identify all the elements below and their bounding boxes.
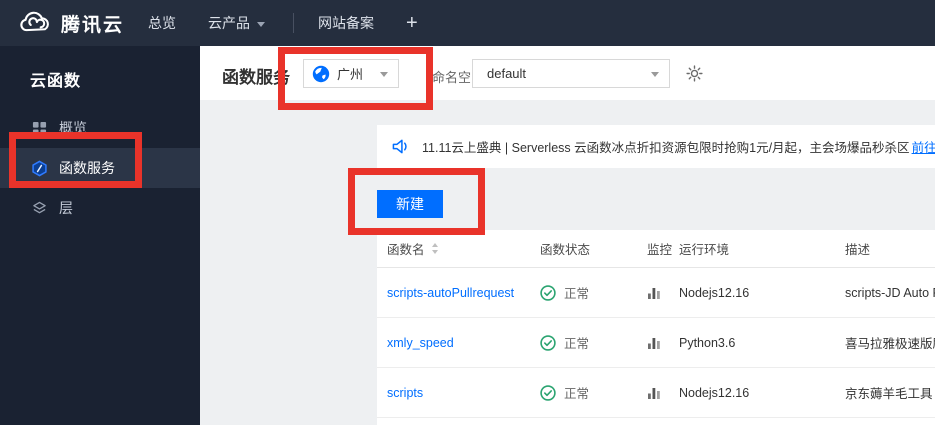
description-cell: 喜马拉雅极速版刷	[845, 337, 935, 351]
nav-cloud-products[interactable]: 云产品	[208, 13, 266, 33]
top-navbar: 腾讯云 总览 云产品 网站备案 +	[0, 0, 935, 46]
table-row: scripts-autoPullrequest 正常 Nodejs12.16 s…	[377, 268, 935, 318]
description-cell: 京东薅羊毛工具	[845, 387, 933, 401]
sidebar-item-layers[interactable]: 层	[0, 188, 200, 228]
function-name-link[interactable]: scripts-autoPullrequest	[387, 286, 514, 300]
table-row: xmly_speed 正常 Python3.6 喜马拉雅极速版	[377, 318, 935, 368]
column-header-function-name[interactable]: 函数名	[377, 239, 530, 258]
page-title: 函数服务	[222, 68, 290, 87]
page-header: 函数服务 广州 命名空间: default	[200, 46, 935, 100]
nav-divider	[293, 13, 295, 33]
sort-icon[interactable]	[431, 242, 439, 255]
status-ok-icon	[540, 284, 556, 301]
speaker-icon	[391, 138, 410, 155]
top-nav: 总览 云产品 网站备案 +	[148, 12, 418, 35]
region-selector[interactable]: 广州	[303, 59, 399, 88]
monitor-chart-icon[interactable]	[647, 286, 661, 300]
gear-icon[interactable]	[686, 65, 703, 82]
sidebar-title: 云函数	[30, 73, 82, 90]
sidebar: 云函数 概览 函数服务 层	[0, 46, 200, 425]
status-text: 正常	[564, 387, 590, 401]
monitor-chart-icon[interactable]	[647, 386, 661, 400]
nav-overview[interactable]: 总览	[148, 13, 176, 33]
monitor-chart-icon[interactable]	[647, 336, 661, 350]
tencent-cloud-logo[interactable]: 腾讯云	[0, 10, 124, 37]
sidebar-menu: 概览 函数服务 层	[0, 108, 200, 228]
sidebar-item-label: 层	[59, 200, 73, 216]
sidebar-item-function-service[interactable]: 函数服务	[0, 148, 200, 188]
add-tab-button[interactable]: +	[406, 12, 418, 35]
grid-icon	[30, 119, 48, 137]
sidebar-item-label: 概览	[59, 120, 87, 136]
runtime-cell: Nodejs12.16	[679, 285, 750, 300]
chevron-down-icon	[380, 72, 388, 77]
logo-text: 腾讯云	[61, 14, 125, 36]
region-label: 广州	[337, 67, 364, 82]
column-header-monitor: 监控	[647, 243, 673, 257]
tencent-cloud-scf-console: 腾讯云 总览 云产品 网站备案 + 云函数 概览 函数服务 层 函数服务 广州 …	[0, 0, 935, 425]
description-cell: scripts-JD Auto P	[845, 285, 935, 300]
globe-icon	[312, 65, 330, 83]
table-row: scripts 正常 Nodejs12.16 京东薅羊毛工具	[377, 368, 935, 418]
table-header-row: 函数名 函数状态 监控 运行环境 描述	[377, 230, 935, 268]
functions-table: 函数名 函数状态 监控 运行环境 描述 scripts-autoPullrequ…	[377, 230, 935, 425]
status-text: 正常	[564, 287, 590, 301]
chevron-down-icon	[257, 21, 266, 27]
column-header-description: 描述	[845, 243, 871, 257]
promo-notice-bar: 11.11云上盛典 | Serverless 云函数冰点折扣资源包限时抢购1元/…	[377, 125, 935, 168]
function-name-link[interactable]: xmly_speed	[387, 336, 454, 350]
nav-website-filing[interactable]: 网站备案	[318, 13, 374, 33]
create-button[interactable]: 新建	[377, 190, 443, 218]
cloud-logo-icon	[18, 11, 52, 36]
chevron-down-icon	[651, 72, 659, 77]
sidebar-item-label: 函数服务	[59, 160, 115, 176]
status-ok-icon	[540, 334, 556, 351]
column-header-runtime: 运行环境	[679, 243, 730, 257]
notice-text: 11.11云上盛典 | Serverless 云函数冰点折扣资源包限时抢购1元/…	[422, 141, 910, 155]
function-name-link[interactable]: scripts	[387, 386, 423, 400]
namespace-value: default	[487, 66, 527, 81]
column-header-status: 函数状态	[540, 243, 591, 257]
status-text: 正常	[564, 337, 590, 351]
status-ok-icon	[540, 384, 556, 401]
notice-go-link[interactable]: 前往	[912, 137, 935, 156]
hexagon-function-icon	[30, 159, 48, 177]
runtime-cell: Nodejs12.16	[679, 385, 750, 400]
sidebar-item-overview[interactable]: 概览	[0, 108, 200, 148]
layers-icon	[30, 199, 48, 217]
runtime-cell: Python3.6	[679, 335, 736, 350]
namespace-select[interactable]: default	[472, 59, 670, 88]
